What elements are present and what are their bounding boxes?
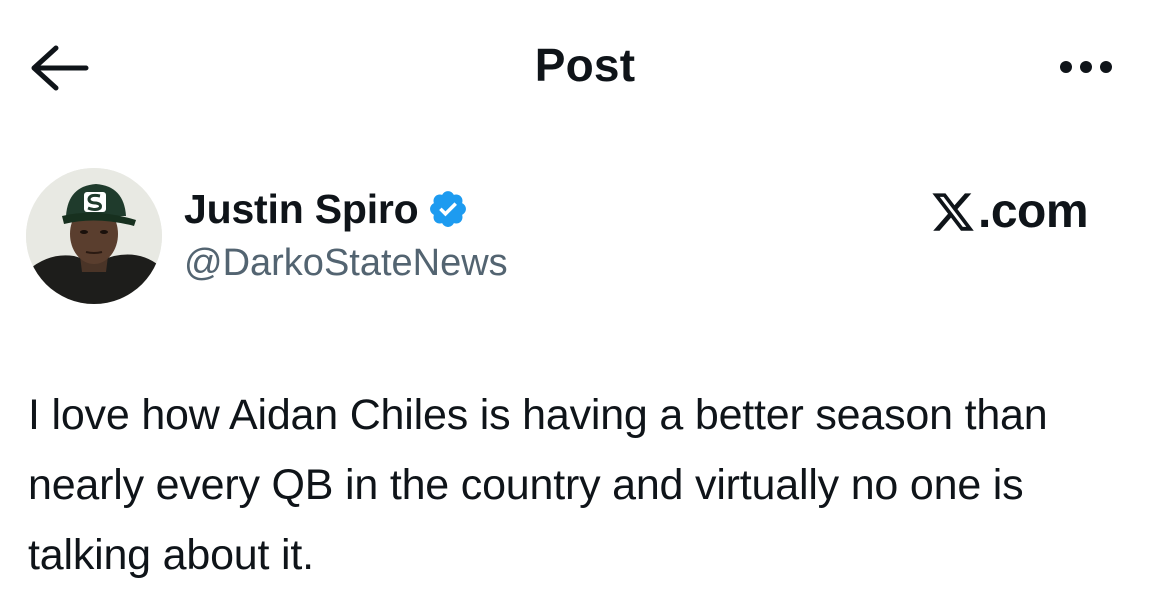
avatar[interactable] xyxy=(26,168,162,304)
display-name: Justin Spiro xyxy=(184,185,419,232)
brand-watermark: .com xyxy=(930,184,1089,240)
more-options-button[interactable] xyxy=(1052,50,1120,84)
arrow-left-icon xyxy=(31,45,89,91)
profile-photo xyxy=(26,168,162,304)
verified-badge-icon xyxy=(427,188,469,230)
brand-domain: .com xyxy=(978,185,1089,238)
ellipsis-icon xyxy=(1060,61,1112,73)
post-text: I love how Aidan Chiles is having a bett… xyxy=(28,391,1048,579)
post-header: Post xyxy=(0,0,1170,135)
author-handle[interactable]: @DarkoStateNews xyxy=(184,242,508,285)
back-button[interactable] xyxy=(28,40,92,96)
author-name-row[interactable]: Justin Spiro xyxy=(184,183,469,235)
page-title: Post xyxy=(534,39,636,91)
x-logo-icon xyxy=(932,193,974,231)
